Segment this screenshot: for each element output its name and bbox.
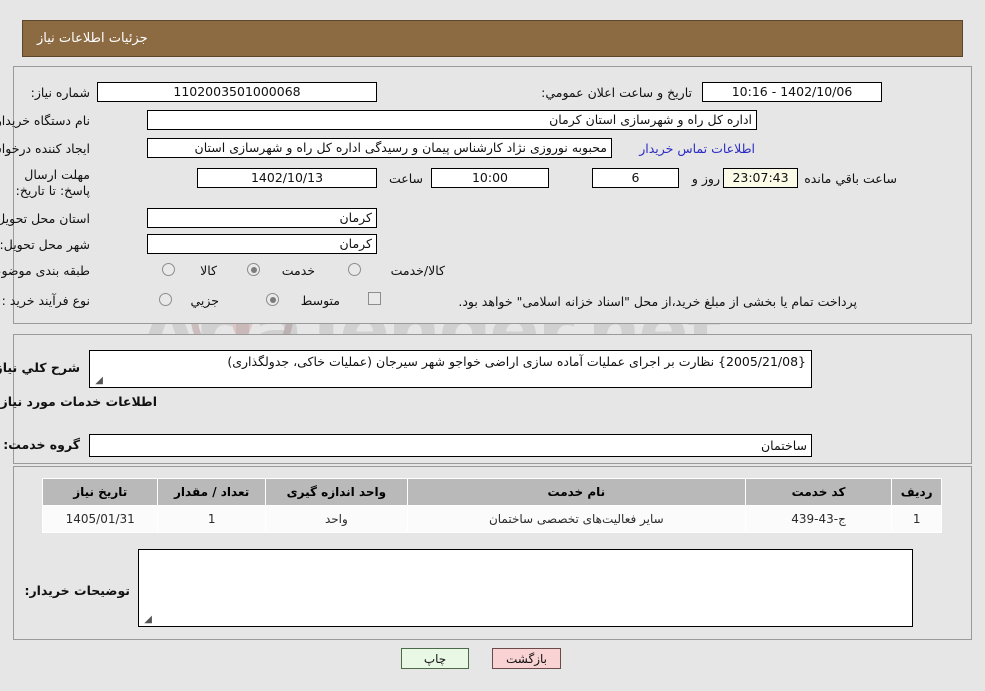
radio-category-kala-label: کالا [200, 263, 217, 278]
islamic-treasury-note: پرداخت تمام یا بخشی از مبلغ خرید،از محل … [458, 294, 857, 309]
services-heading: اطلاعات خدمات مورد نیاز [0, 394, 158, 409]
cell-code: ج-43-439 [744, 505, 893, 533]
buyer-notes-textarea[interactable]: ◢ [138, 549, 913, 627]
buyer-org-label: نام دستگاه خریدار: [0, 113, 90, 128]
services-table: ردیف کد خدمت نام خدمت واحد اندازه گیری ت… [41, 478, 942, 533]
service-group-label: گروه خدمت: [3, 437, 80, 452]
need-summary-value: {2005/21/08} نظارت بر اجرای عملیات آماده… [227, 354, 806, 369]
radio-process-motevaset-label: متوسط [300, 293, 340, 308]
days-and-label: روز و [691, 171, 720, 186]
delivery-city-value: کرمان [147, 234, 377, 254]
remaining-days-value: 6 [592, 168, 679, 188]
need-number-value: 1102003501000068 [97, 82, 377, 102]
page-root: AriaTender.net جزئیات اطلاعات نیاز شماره… [0, 0, 985, 691]
delivery-province-value: کرمان [147, 208, 377, 228]
print-button[interactable]: چاپ [401, 648, 469, 669]
table-row: 1 ج-43-439 سایر فعالیت‌های تخصصی ساختمان… [41, 505, 942, 533]
buyer-contact-link[interactable]: اطلاعات تماس خریدار [639, 141, 755, 156]
buyer-org-value: اداره کل راه و شهرسازی استان کرمان [147, 110, 757, 130]
subject-category-label: طبقه بندی موضوعی: [0, 263, 90, 278]
need-info-panel [13, 66, 972, 324]
col-need-date: تاریخ نیاز [41, 478, 159, 506]
col-quantity: تعداد / مقدار [157, 478, 266, 506]
col-name: نام خدمت [406, 478, 746, 506]
resize-grip-icon[interactable]: ◢ [93, 376, 103, 386]
hour-label: ساعت [388, 171, 423, 186]
radio-process-jozi-label: جزیي [190, 293, 219, 308]
radio-process-jozi[interactable] [159, 293, 172, 306]
announce-datetime-label: تاریخ و ساعت اعلان عمومي: [541, 85, 692, 100]
radio-category-khedmat-label: خدمت [281, 263, 315, 278]
deadline-date-value: 1402/10/13 [197, 168, 377, 188]
need-number-label: شماره نیاز: [30, 85, 90, 100]
requester-value: محبوبه نوروزی نژاد کارشناس پیمان و رسیدگ… [147, 138, 612, 158]
need-summary-textarea[interactable]: {2005/21/08} نظارت بر اجرای عملیات آماده… [89, 350, 812, 388]
cell-unit: واحد [264, 505, 408, 533]
purchase-process-label: نوع فرآیند خرید : [1, 293, 90, 308]
cell-need-date: 1405/01/31 [41, 505, 159, 533]
deadline-hour-value: 10:00 [431, 168, 549, 188]
cell-name: سایر فعالیت‌های تخصصی ساختمان [406, 505, 746, 533]
buyer-notes-label: توضیحات خریدار: [24, 583, 130, 598]
radio-category-khedmat[interactable] [247, 263, 260, 276]
delivery-province-label: استان محل تحویل: [0, 211, 90, 226]
delivery-city-label: شهر محل تحویل: [0, 237, 90, 252]
deadline-label: مهلت ارسال پاسخ: تا تاریخ: [15, 167, 90, 198]
need-summary-label: شرح کلي نیاز: [0, 360, 80, 375]
col-unit: واحد اندازه گیری [264, 478, 408, 506]
back-button[interactable]: بازگشت [492, 648, 561, 669]
announce-datetime-value: 1402/10/06 - 10:16 [702, 82, 882, 102]
checkbox-islamic-treasury[interactable] [368, 292, 381, 305]
col-code: کد خدمت [744, 478, 893, 506]
radio-process-motevaset[interactable] [266, 293, 279, 306]
resize-grip-icon-notes[interactable]: ◢ [142, 615, 152, 625]
table-header-row: ردیف کد خدمت نام خدمت واحد اندازه گیری ت… [41, 478, 942, 506]
radio-category-kala-khedmat-label: کالا/خدمت [390, 263, 445, 278]
radio-category-kala[interactable] [162, 263, 175, 276]
countdown-timer: 23:07:43 [723, 168, 798, 188]
col-radif: ردیف [891, 478, 942, 506]
radio-category-kala-khedmat[interactable] [348, 263, 361, 276]
page-title-bar: جزئیات اطلاعات نیاز [22, 20, 963, 57]
page-title: جزئیات اطلاعات نیاز [37, 31, 148, 46]
remaining-hours-label: ساعت باقي مانده [804, 171, 897, 186]
requester-label: ایجاد کننده درخواست: [0, 141, 90, 156]
cell-quantity: 1 [157, 505, 266, 533]
service-group-value: ساختمان [89, 434, 812, 457]
cell-radif: 1 [891, 505, 942, 533]
